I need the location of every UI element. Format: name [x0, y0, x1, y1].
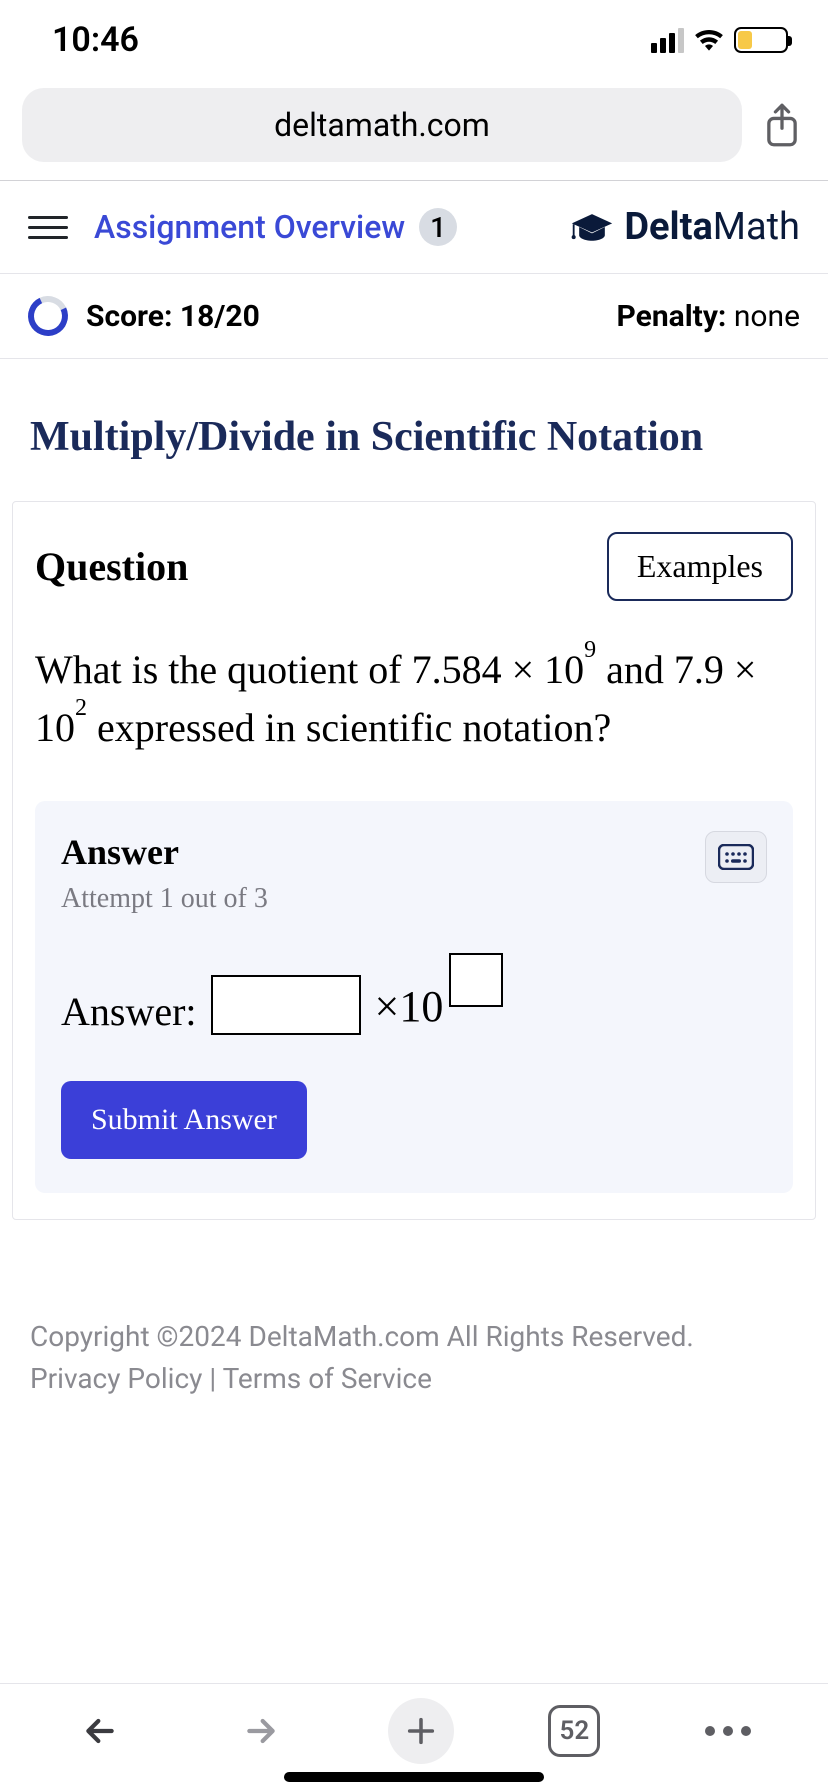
submit-answer-button[interactable]: Submit Answer	[61, 1081, 307, 1159]
arrow-left-icon	[80, 1711, 120, 1751]
copyright-text: Copyright ©2024 DeltaMath.com All Rights…	[30, 1316, 798, 1358]
status-indicators	[651, 27, 788, 53]
answer-input-line: Answer: ×10	[61, 975, 767, 1035]
home-indicator	[284, 1772, 544, 1782]
url-text: deltamath.com	[274, 106, 490, 144]
more-button[interactable]	[695, 1698, 761, 1764]
coefficient-input[interactable]	[211, 975, 361, 1035]
question-text: What is the quotient of 7.584 × 109 and …	[35, 641, 793, 757]
brand-logo[interactable]: DeltaMath	[570, 205, 800, 249]
forward-button[interactable]	[228, 1698, 294, 1764]
section-title: Multiply/Divide in Scientific Notation	[0, 359, 828, 501]
cellular-icon	[651, 28, 684, 53]
overview-count-badge: 1	[419, 208, 457, 246]
url-bar[interactable]: deltamath.com	[22, 88, 742, 162]
attempt-label: Attempt 1 out of 3	[61, 883, 268, 915]
answer-title: Answer	[61, 831, 268, 873]
graduation-cap-icon	[570, 212, 614, 242]
examples-button[interactable]: Examples	[607, 532, 793, 601]
exponent-input[interactable]	[449, 953, 503, 1007]
question-card: Question Examples What is the quotient o…	[12, 501, 816, 1220]
new-tab-button[interactable]	[388, 1698, 454, 1764]
assignment-overview-link[interactable]: Assignment Overview	[94, 208, 405, 246]
hamburger-menu-button[interactable]	[28, 207, 68, 247]
back-button[interactable]	[67, 1698, 133, 1764]
status-time: 10:46	[52, 20, 139, 60]
answer-line-label: Answer:	[61, 988, 197, 1035]
score-row: Score: 18/20 Penalty: none	[0, 274, 828, 359]
progress-spinner-icon	[22, 290, 73, 341]
tabs-count: 52	[560, 1716, 590, 1746]
arrow-right-icon	[241, 1711, 281, 1751]
browser-url-row: deltamath.com	[0, 78, 828, 181]
share-icon	[762, 102, 802, 148]
site-header: Assignment Overview 1 DeltaMath	[0, 181, 828, 274]
more-icon	[705, 1726, 751, 1736]
wifi-icon	[692, 28, 726, 52]
keyboard-icon	[718, 844, 754, 870]
footer-legal: Copyright ©2024 DeltaMath.com All Rights…	[0, 1220, 828, 1420]
answer-panel: Answer Attempt 1 out of 3 Answer: ×10 Su…	[35, 801, 793, 1193]
penalty-label: Penalty: none	[617, 299, 800, 334]
score-label: Score: 18/20	[86, 299, 260, 334]
times-ten-label: ×10	[375, 981, 504, 1035]
tabs-button[interactable]: 52	[548, 1705, 600, 1757]
battery-icon	[734, 27, 788, 53]
privacy-policy-link[interactable]: Privacy Policy	[30, 1362, 202, 1395]
share-button[interactable]	[758, 101, 806, 149]
plus-icon	[404, 1714, 438, 1748]
keyboard-toggle-button[interactable]	[705, 831, 767, 883]
terms-link[interactable]: Terms of Service	[223, 1362, 432, 1395]
status-bar: 10:46	[0, 0, 828, 78]
question-heading: Question	[35, 543, 188, 590]
